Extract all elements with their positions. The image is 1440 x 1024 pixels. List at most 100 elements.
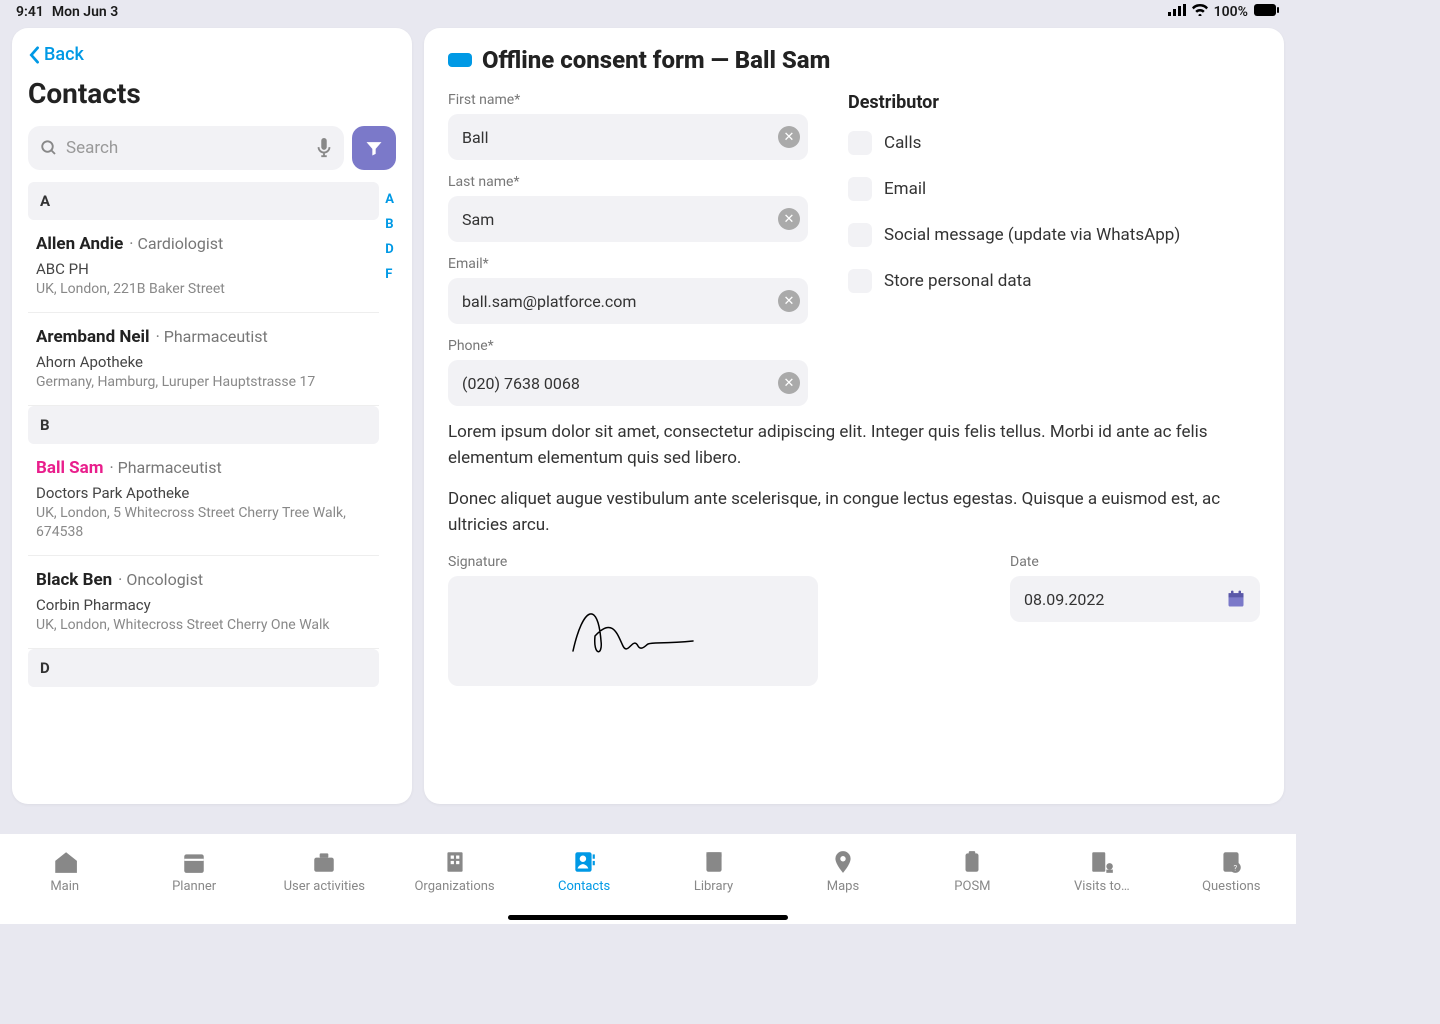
tab-questions[interactable]: ? Questions [1191, 849, 1271, 894]
input-field-email[interactable] [462, 292, 778, 311]
search-box[interactable] [28, 126, 344, 170]
pin-icon [830, 849, 856, 875]
field-label-first_name: First name* [448, 92, 808, 108]
svg-text:?: ? [1234, 863, 1238, 872]
question-icon: ? [1218, 849, 1244, 875]
chevron-left-icon [28, 46, 40, 64]
input-field-phone[interactable] [462, 374, 778, 393]
contact-name: Black Ben [36, 570, 112, 590]
index-letter[interactable]: B [385, 217, 394, 232]
contact-icon [571, 849, 597, 875]
contact-role: Pharmaceutist [156, 327, 268, 346]
clear-icon[interactable]: ✕ [778, 126, 800, 148]
input-email[interactable]: ✕ [448, 278, 808, 324]
checkbox-label: Store personal data [884, 271, 1031, 291]
contact-org: ABC PH [36, 260, 371, 278]
contact-name: Allen Andie [36, 234, 123, 254]
calendar-icon [181, 849, 207, 875]
accent-block [448, 53, 472, 67]
tab-posm[interactable]: POSM [932, 849, 1012, 894]
input-phone[interactable]: ✕ [448, 360, 808, 406]
contact-role: Pharmaceutist [109, 458, 221, 477]
tab-label: User activities [284, 879, 365, 894]
contact-item[interactable]: Ball SamPharmaceutistDoctors Park Apothe… [28, 444, 379, 555]
signal-icon [1168, 4, 1186, 20]
clipboard-icon [959, 849, 985, 875]
form-title: Offline consent form — Ball Sam [482, 46, 830, 74]
contact-address: UK, London, 5 Whitecross Street Cherry T… [36, 504, 371, 540]
contact-list[interactable]: AAllen AndieCardiologistABC PHUK, London… [28, 182, 379, 788]
filter-icon [364, 138, 384, 158]
signature-pad[interactable] [448, 576, 818, 686]
contact-item[interactable]: Allen AndieCardiologistABC PHUK, London,… [28, 220, 379, 313]
tab-visits-to-[interactable]: Visits to… [1062, 849, 1142, 894]
tab-maps[interactable]: Maps [803, 849, 883, 894]
input-field-last_name[interactable] [462, 210, 778, 229]
field-label-email: Email* [448, 256, 808, 272]
visits-icon [1089, 849, 1115, 875]
search-input[interactable] [66, 138, 308, 158]
book-icon [701, 849, 727, 875]
index-letter[interactable]: A [385, 192, 394, 207]
index-letter[interactable]: D [385, 242, 394, 257]
clear-icon[interactable]: ✕ [778, 290, 800, 312]
input-first_name[interactable]: ✕ [448, 114, 808, 160]
microphone-icon[interactable] [316, 138, 332, 158]
checkbox[interactable] [848, 131, 872, 155]
index-bar: ABDF [379, 182, 396, 788]
contact-address: Germany, Hamburg, Luruper Hauptstrasse 1… [36, 373, 371, 391]
tab-label: Organizations [414, 879, 494, 894]
contact-org: Ahorn Apotheke [36, 353, 371, 371]
date-label: Date [1010, 554, 1260, 570]
checkbox[interactable] [848, 223, 872, 247]
tab-organizations[interactable]: Organizations [414, 849, 494, 894]
tab-label: Library [694, 879, 733, 894]
wifi-icon [1192, 4, 1208, 20]
tab-label: Maps [827, 879, 859, 894]
tab-main[interactable]: Main [25, 849, 105, 894]
checkbox[interactable] [848, 177, 872, 201]
building-icon [442, 849, 468, 875]
home-indicator [508, 915, 788, 920]
consent-form-panel: Offline consent form — Ball Sam First na… [424, 28, 1284, 804]
date-value: 08.09.2022 [1024, 590, 1104, 609]
checkbox[interactable] [848, 269, 872, 293]
calendar-icon [1226, 589, 1246, 609]
body-paragraph: Lorem ipsum dolor sit amet, consectetur … [448, 420, 1260, 471]
section-header: A [28, 182, 379, 220]
tab-contacts[interactable]: Contacts [544, 849, 624, 894]
field-label-last_name: Last name* [448, 174, 808, 190]
contact-item[interactable]: Black BenOncologistCorbin PharmacyUK, Lo… [28, 556, 379, 649]
battery-percent: 100% [1214, 4, 1248, 20]
clear-icon[interactable]: ✕ [778, 372, 800, 394]
tab-label: Main [50, 879, 79, 894]
input-field-first_name[interactable] [462, 128, 778, 147]
date-input[interactable]: 08.09.2022 [1010, 576, 1260, 622]
filter-button[interactable] [352, 126, 396, 170]
tab-label: Contacts [558, 879, 610, 894]
contact-item[interactable]: Aremband NeilPharmaceutistAhorn Apotheke… [28, 313, 379, 406]
contact-address: UK, London, Whitecross Street Cherry One… [36, 616, 371, 634]
input-last_name[interactable]: ✕ [448, 196, 808, 242]
section-header: B [28, 406, 379, 444]
back-button[interactable]: Back [28, 44, 396, 65]
index-letter[interactable]: F [385, 267, 394, 282]
status-bar: 9:41 Mon Jun 3 100% [0, 0, 1296, 24]
clear-icon[interactable]: ✕ [778, 208, 800, 230]
search-icon [40, 139, 58, 157]
status-time: 9:41 [16, 4, 44, 20]
checkbox-label: Email [884, 179, 926, 199]
distributor-title: Destributor [848, 92, 1260, 113]
tab-label: Planner [172, 879, 216, 894]
briefcase-icon [311, 849, 337, 875]
field-label-phone: Phone* [448, 338, 808, 354]
tab-label: Questions [1202, 879, 1260, 894]
tab-label: Visits to… [1074, 879, 1130, 894]
body-paragraph: Donec aliquet augue vestibulum ante scel… [448, 487, 1260, 538]
tab-bar: Main Planner User activities Organizations C… [0, 834, 1296, 924]
tab-label: POSM [954, 879, 990, 894]
tab-library[interactable]: Library [674, 849, 754, 894]
tab-planner[interactable]: Planner [154, 849, 234, 894]
tab-user-activities[interactable]: User activities [284, 849, 365, 894]
battery-icon [1254, 4, 1280, 20]
